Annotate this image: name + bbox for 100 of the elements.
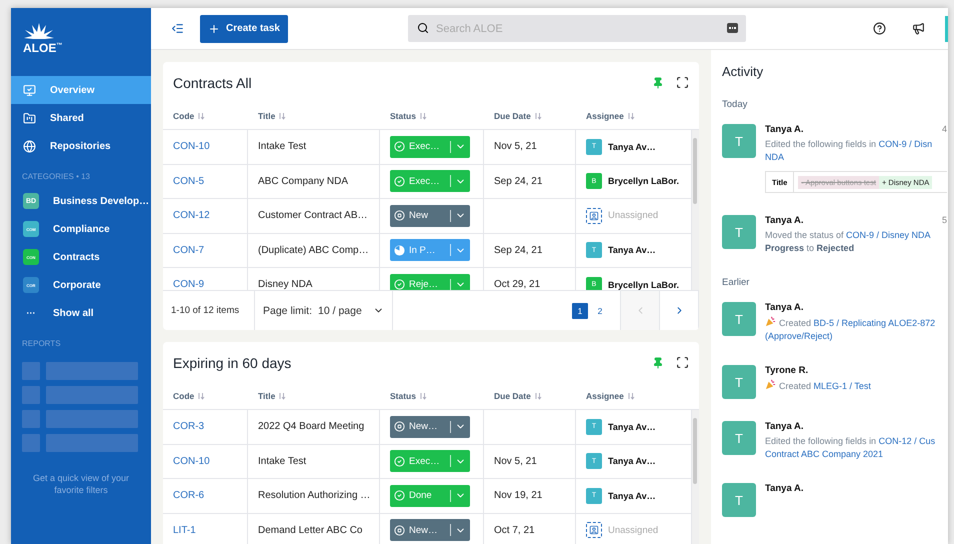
user-name: Tanya A. (765, 302, 805, 313)
column-header[interactable]: Status (390, 391, 416, 401)
task-code-link[interactable]: COR-3 (173, 421, 204, 432)
task-link[interactable]: NDA (765, 152, 784, 162)
sort-icon[interactable] (418, 112, 427, 120)
skeleton-bar (22, 410, 40, 428)
sort-icon[interactable] (626, 112, 635, 120)
logo-icon (23, 23, 55, 41)
assignee-name: Unassigned (608, 210, 658, 222)
column-header[interactable]: Status (390, 111, 416, 121)
assignee-name: Tanya Av… (608, 245, 656, 256)
column-header[interactable]: Assignee (586, 111, 624, 121)
nav-item[interactable]: Shared (11, 104, 151, 132)
check-icon (394, 456, 405, 467)
megaphone-icon[interactable] (912, 22, 925, 35)
scrollbar[interactable] (692, 130, 699, 290)
column-header[interactable]: Assignee (586, 391, 624, 401)
status-dropdown[interactable]: In P… (390, 239, 470, 262)
column-header[interactable]: Code (173, 111, 194, 121)
avatar: T (722, 483, 756, 517)
plus-icon (208, 22, 220, 34)
table-cell: ABC Company NDA (248, 164, 380, 199)
unassigned-icon (586, 522, 602, 538)
task-link[interactable]: (Approve/Reject) (765, 331, 833, 341)
sort-icon[interactable] (197, 112, 206, 120)
user-name: Tanya A. (765, 215, 805, 226)
pin-icon[interactable] (652, 356, 664, 368)
sort-icon[interactable] (278, 392, 286, 400)
task-code-link[interactable]: CON-10 (173, 456, 210, 467)
activity-text: Edited the following fields in CON-12 / Cus Contract ABC Company 2021 (765, 435, 936, 461)
more-icon[interactable] (727, 23, 738, 33)
item-count: 1-10 of 12 items (163, 291, 255, 330)
pin-icon[interactable] (652, 76, 664, 88)
nav-item[interactable]: Repositories (11, 132, 151, 160)
status-dropdown[interactable]: New… (390, 416, 470, 438)
expand-icon[interactable] (676, 76, 689, 89)
sort-icon[interactable] (534, 392, 542, 400)
task-code-link[interactable]: CON-12 (173, 210, 210, 222)
task-code-link[interactable]: CON-9 (173, 279, 204, 290)
sort-icon[interactable] (534, 112, 542, 120)
assignee-name: Tanya Av… (608, 456, 656, 466)
task-code-link[interactable]: CON-7 (173, 244, 204, 256)
table-cell: Nov 5, 21 (484, 444, 576, 479)
search-field[interactable]: Search ALOE (408, 15, 746, 42)
task-link[interactable]: CON-12 / Cus (878, 436, 936, 446)
globe-icon (23, 140, 36, 152)
assignee-name: Tanya Av… (608, 490, 656, 501)
page-button[interactable]: 1 (572, 302, 588, 318)
task-link[interactable]: CON-9 / Disney NDA (846, 230, 931, 240)
activity-text: Moved the status of CON-9 / Disney NDA Progress to Rejected (765, 229, 932, 255)
sort-icon[interactable] (278, 112, 286, 120)
table-cell: Resolution Authorizing … (248, 479, 380, 514)
check-icon (394, 141, 405, 152)
task-link[interactable]: MLEG-1 / Test (814, 381, 871, 391)
show-all-item[interactable]: ··· Show all (11, 299, 151, 327)
table-cell: Disney NDA (248, 268, 380, 290)
sort-icon[interactable] (626, 392, 635, 400)
skeleton-bar (22, 362, 40, 380)
table-cell: Intake Test (248, 444, 380, 479)
time-text: 5 (942, 215, 947, 226)
page-limit-dropdown[interactable]: Page limit: 10 / page (263, 304, 384, 316)
column-header[interactable]: Code (173, 391, 194, 401)
page-button[interactable]: 2 (592, 302, 608, 318)
status-dropdown[interactable]: New (390, 204, 470, 227)
activity-text: Edited the following fields in CON-9 / Disn NDA (765, 138, 934, 164)
table-cell: Intake Test (248, 130, 380, 164)
logo-text: ALOE$^{™}$ (23, 41, 64, 55)
previous-page-button[interactable] (621, 291, 660, 330)
user-name: Tanya A. (765, 124, 805, 135)
column-header[interactable]: Due Date (494, 391, 531, 401)
section-label: CATEGORIES • 13 (21, 171, 92, 183)
avatar: T (722, 215, 756, 249)
pie-icon (394, 244, 405, 256)
activity-text: Created MLEG-1 / Test (765, 379, 947, 393)
table-cell: Sep 24, 21 (484, 164, 576, 199)
task-code-link[interactable]: COR-6 (173, 490, 204, 502)
column-header[interactable]: Title (258, 111, 276, 121)
stop-icon (394, 210, 405, 222)
sort-icon[interactable] (197, 392, 206, 400)
create-task-button[interactable]: Create task (200, 14, 288, 42)
table-cell: (Duplicate) ABC Comp… (248, 234, 380, 268)
expand-icon[interactable] (676, 356, 689, 369)
monitor-icon (23, 84, 36, 96)
task-code-link[interactable]: LIT-1 (173, 524, 196, 536)
folder-icon (23, 112, 36, 124)
task-link[interactable]: Contract ABC Company 2021 (765, 449, 884, 459)
task-code-link[interactable]: CON-10 (173, 141, 210, 152)
nav-item[interactable]: Overview (11, 76, 151, 104)
column-header[interactable]: Title (258, 391, 276, 401)
skeleton-bar (22, 386, 40, 404)
task-link[interactable]: CON-9 / Disn (878, 139, 932, 149)
status-dropdown[interactable]: New… (390, 519, 470, 542)
user-name: Tanya A. (765, 421, 805, 432)
section-label: REPORTS (21, 338, 62, 350)
sort-icon[interactable] (418, 392, 427, 400)
task-code-link[interactable]: CON-5 (173, 176, 204, 187)
menu-icon[interactable] (171, 22, 184, 35)
help-icon[interactable] (873, 22, 886, 35)
task-link[interactable]: BD-5 / Replicating ALOE2-872 (814, 318, 936, 328)
column-header[interactable]: Due Date (494, 111, 531, 121)
